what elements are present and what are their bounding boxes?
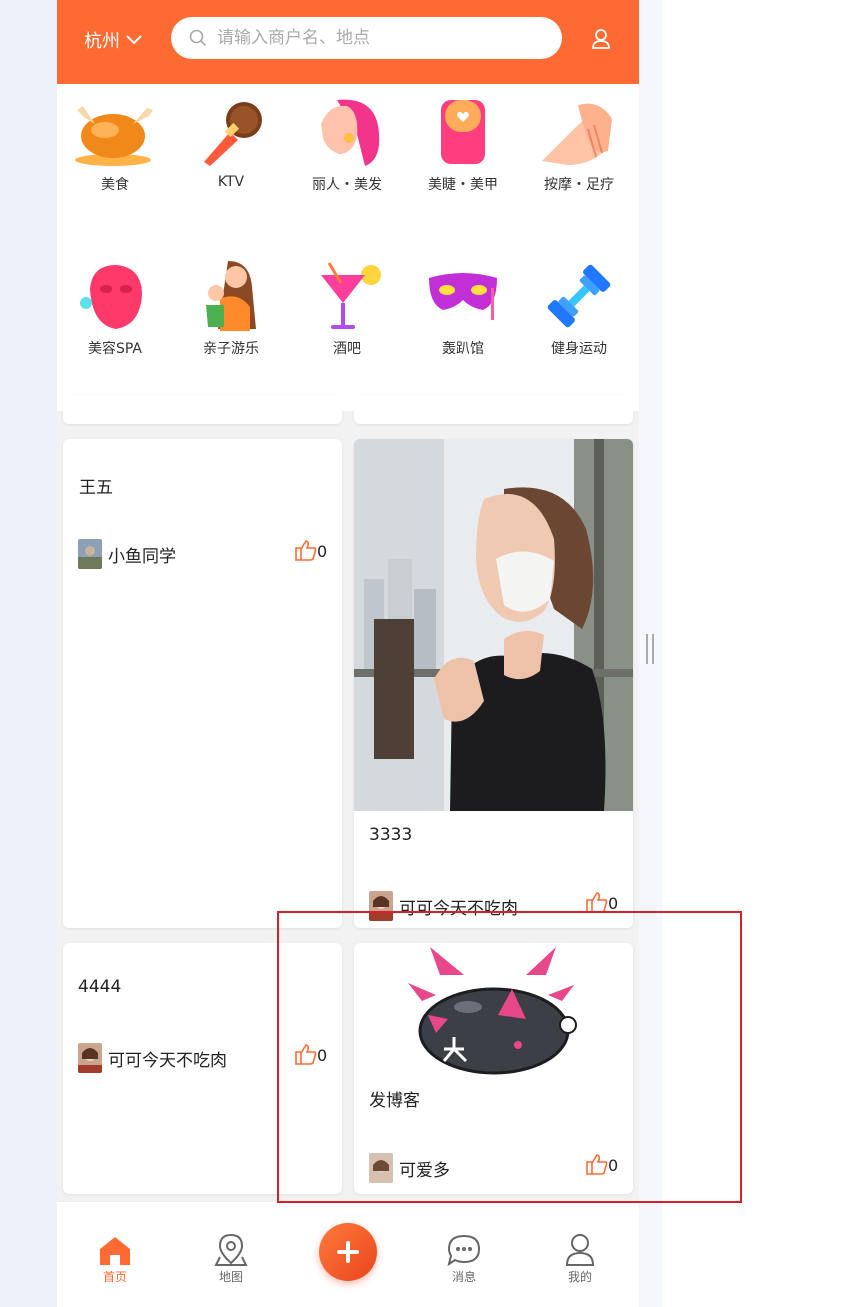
tab-label: 首页 xyxy=(102,1270,127,1284)
card-title: 王五 xyxy=(79,478,113,498)
category-spa[interactable]: 美容SPA xyxy=(57,256,173,358)
card-title: 4444 xyxy=(78,977,122,997)
category-label: 美睫・美甲 xyxy=(428,177,498,193)
category-bar[interactable]: 酒吧 xyxy=(289,256,405,358)
feed-card[interactable]: 王五 小鱼同学 0 xyxy=(63,439,342,928)
profile-icon xyxy=(565,1234,595,1266)
thumbs-up-icon xyxy=(586,892,608,913)
dumbbell-icon xyxy=(547,264,611,328)
microphone-icon xyxy=(204,102,262,166)
massage-hands-icon xyxy=(542,103,612,165)
category-label: 健身运动 xyxy=(551,341,607,357)
category-label: 亲子游乐 xyxy=(203,341,259,357)
roast-chicken-icon xyxy=(75,106,153,166)
tab-profile[interactable]: 我的 xyxy=(540,1232,620,1285)
category-fitness[interactable]: 健身运动 xyxy=(521,256,637,358)
category-grid: 美食 KTV 丽人・美发 美睫・美甲 按摩・足疗 美容SPA 亲子游乐 酒吧 轰… xyxy=(57,84,639,410)
nail-icon xyxy=(441,100,485,164)
party-mask-icon xyxy=(429,273,497,320)
search-box[interactable] xyxy=(171,17,562,59)
search-icon xyxy=(189,29,207,47)
like-count: 0 xyxy=(317,542,328,561)
category-label: KTV xyxy=(217,174,245,190)
author-name: 可可今天不吃肉 xyxy=(108,1050,227,1071)
face-mask-icon xyxy=(80,265,142,329)
category-kids[interactable]: 亲子游乐 xyxy=(173,256,289,358)
tab-home[interactable]: 首页 xyxy=(75,1232,155,1285)
category-ktv[interactable]: KTV xyxy=(173,92,289,190)
card-author[interactable]: 可可今天不吃肉 xyxy=(78,1043,227,1073)
chat-icon xyxy=(447,1234,481,1266)
search-input[interactable] xyxy=(217,28,537,48)
chevron-down-icon xyxy=(126,35,142,45)
category-label: 按摩・足疗 xyxy=(544,177,614,193)
category-beauty-hair[interactable]: 丽人・美发 xyxy=(289,92,405,194)
city-selector[interactable]: 杭州 xyxy=(84,27,142,53)
bottom-tabbar: 首页 地图 消息 我的 xyxy=(57,1201,639,1307)
avatar xyxy=(78,1043,102,1073)
card-title: 3333 xyxy=(369,825,413,845)
category-food[interactable]: 美食 xyxy=(57,92,173,194)
post-photo[interactable] xyxy=(354,439,633,811)
thumbs-up-icon xyxy=(295,540,317,561)
tab-label: 地图 xyxy=(218,1270,243,1284)
like-button[interactable]: 0 xyxy=(586,891,618,913)
user-icon[interactable] xyxy=(591,28,611,50)
tab-label: 我的 xyxy=(567,1270,592,1284)
top-header: 杭州 xyxy=(57,0,639,84)
home-icon xyxy=(100,1237,130,1265)
plus-icon xyxy=(337,1241,359,1263)
cocktail-icon xyxy=(321,262,381,329)
author-name: 小鱼同学 xyxy=(108,546,176,567)
category-massage[interactable]: 按摩・足疗 xyxy=(521,92,637,194)
category-label: 美容SPA xyxy=(87,341,142,357)
create-post-button[interactable] xyxy=(319,1223,377,1281)
map-pin-icon xyxy=(214,1233,248,1266)
tab-map[interactable]: 地图 xyxy=(191,1232,271,1285)
category-grid-bottom xyxy=(57,395,639,411)
annotation-highlight-box xyxy=(277,911,742,1203)
city-label: 杭州 xyxy=(84,31,120,52)
woman-hair-icon xyxy=(321,99,380,166)
avatar xyxy=(78,539,102,569)
feed-card[interactable]: 3333 可可今天不吃肉 0 xyxy=(354,439,633,928)
mother-child-icon xyxy=(206,261,256,331)
category-label: 美食 xyxy=(101,177,129,193)
category-label: 丽人・美发 xyxy=(312,177,382,193)
splitter-handle-icon[interactable] xyxy=(646,634,654,664)
tab-messages[interactable]: 消息 xyxy=(424,1232,504,1285)
tab-label: 消息 xyxy=(451,1270,476,1284)
category-label: 轰趴馆 xyxy=(442,341,484,357)
category-lash-nail[interactable]: 美睫・美甲 xyxy=(405,92,521,194)
like-button[interactable]: 0 xyxy=(295,539,327,561)
category-label: 酒吧 xyxy=(333,341,361,357)
card-author[interactable]: 小鱼同学 xyxy=(78,539,176,569)
category-party[interactable]: 轰趴馆 xyxy=(405,256,521,358)
